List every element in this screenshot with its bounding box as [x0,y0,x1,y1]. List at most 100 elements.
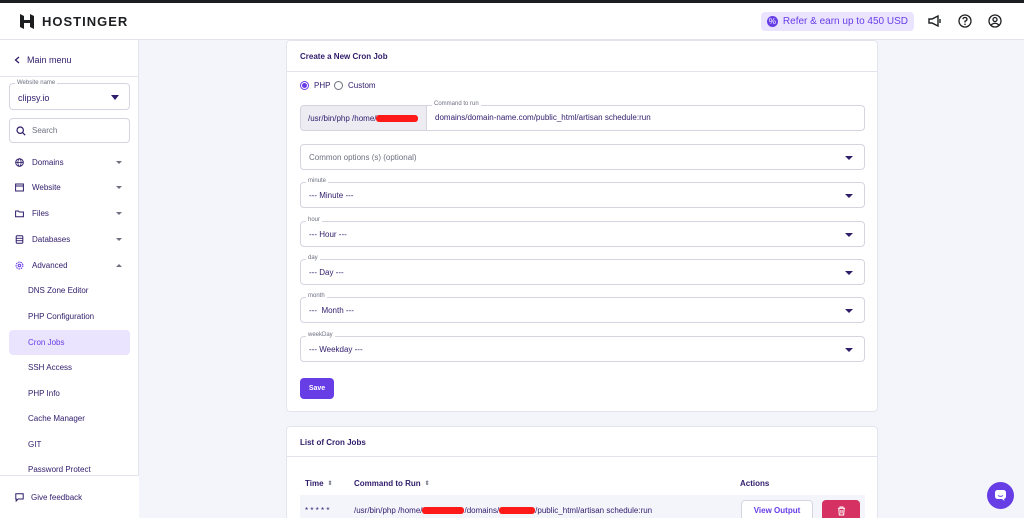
sidebar-subitem-dns-zone-editor[interactable]: DNS Zone Editor [9,278,130,303]
view-output-button[interactable]: View Output [741,500,813,518]
hour-select[interactable]: hour --- Hour --- [300,217,865,247]
sidebar-item-databases[interactable]: Databases [9,227,130,252]
sidebar-subitem-label: PHP Info [28,389,60,398]
radio-custom-label: Custom [348,81,376,90]
month-value: --- Month --- [309,306,354,315]
card-title: Create a New Cron Job [300,52,388,61]
sidebar-item-label: Databases [32,235,71,244]
sidebar: Main menu Website name clipsy.io Domains… [0,40,139,518]
sidebar-item-website[interactable]: Website [9,175,130,200]
hostinger-logo-icon [20,13,34,29]
row-command: /usr/bin/php /home/ /domains/ /public_html… [354,506,652,515]
create-cron-job-card: Create a New Cron Job PHP Custom /usr/bi… [286,40,878,412]
folder-icon [15,209,24,218]
brand-logo[interactable]: HOSTINGER [20,13,129,29]
chevron-up-icon [116,264,122,267]
website-select[interactable]: Website name clipsy.io [9,80,130,110]
search-input[interactable] [32,126,112,135]
radio-custom[interactable]: Custom [334,81,376,90]
redaction-mark [376,114,419,122]
column-header-label: Command to Run [354,479,421,488]
search-icon [16,125,26,136]
sidebar-subitem-label: GIT [28,440,42,449]
weekday-select[interactable]: weekDay --- Weekday --- [300,332,865,362]
command-to-run-input[interactable] [435,113,855,122]
command-to-run-label: Command to run [432,101,481,107]
minute-label: minute [306,178,329,184]
sidebar-divider [0,76,139,77]
percent-icon: % [766,15,778,27]
help-icon[interactable] [956,12,974,30]
column-header-command[interactable]: Command to Run ⇕ [354,479,430,488]
command-to-run-field[interactable]: Command to run [427,101,865,131]
caret-down-icon [111,95,119,100]
sidebar-item-advanced[interactable]: Advanced [9,253,130,278]
sidebar-item-label: Advanced [32,261,68,270]
globe-icon [15,158,24,167]
sidebar-item-files[interactable]: Files [9,201,130,226]
refer-earn-button[interactable]: % Refer & earn up to 450 USD [760,11,914,31]
caret-down-icon [845,194,853,198]
sidebar-subitem-cache-manager[interactable]: Cache Manager [9,406,130,431]
refer-label: Refer & earn up to 450 USD [782,15,908,27]
weekday-label: weekDay [306,332,335,338]
give-feedback-button[interactable]: Give feedback [0,475,139,518]
caret-down-icon [845,348,853,352]
sidebar-subitem-php-info[interactable]: PHP Info [9,381,130,406]
gear-icon [15,261,24,270]
sidebar-subitem-label: SSH Access [28,363,73,372]
redaction-mark [499,507,536,515]
brand-name: HOSTINGER [42,13,129,29]
minute-value: --- Minute --- [309,191,354,200]
sidebar-subitem-ssh-access[interactable]: SSH Access [9,355,130,380]
common-options-placeholder: Common options (s) (optional) [309,153,417,162]
account-icon[interactable] [986,12,1004,30]
card-divider [287,71,877,72]
sidebar-subitem-label: DNS Zone Editor [28,286,89,295]
sidebar-search[interactable] [9,118,130,143]
delete-button[interactable] [822,500,860,518]
column-header-time[interactable]: Time ⇕ [305,479,333,488]
common-options-select[interactable]: Common options (s) (optional) [300,144,865,170]
caret-down-icon [845,233,853,237]
caret-down-icon [845,271,853,275]
day-value: --- Day --- [309,268,344,277]
day-label: day [306,255,320,261]
chevron-down-icon [116,186,122,189]
radio-php-label: PHP [314,81,331,90]
window-icon [15,183,24,192]
main-menu-link[interactable]: Main menu [14,55,72,65]
hour-value: --- Hour --- [309,230,347,239]
command-prefix-text: /usr/bin/php /home/ [308,113,377,123]
minute-select[interactable]: minute --- Minute --- [300,178,865,208]
sort-icon: ⇕ [424,481,430,487]
radio-custom-dot[interactable] [334,81,343,90]
sort-icon: ⇕ [327,481,333,487]
sidebar-item-domains[interactable]: Domains [9,150,130,175]
redaction-mark [422,507,465,515]
sidebar-subitem-label: Cron Jobs [28,338,65,347]
chat-support-button[interactable] [987,482,1014,509]
sidebar-subitem-php-configuration[interactable]: PHP Configuration [9,304,130,329]
sidebar-item-label: Domains [32,158,64,167]
hour-label: hour [306,217,323,223]
sidebar-item-label: Website [32,183,61,192]
caret-down-icon [845,309,853,313]
save-button[interactable]: Save [300,378,334,399]
sidebar-subitem-git[interactable]: GIT [9,432,130,457]
radio-php[interactable]: PHP [300,81,330,90]
sidebar-item-label: Files [32,209,49,218]
chevron-down-icon [116,161,122,164]
sidebar-subitem-cron-jobs[interactable]: Cron Jobs [9,330,130,355]
main-menu-label: Main menu [27,55,72,65]
column-header-label: Actions [740,479,770,488]
column-header-actions: Actions [740,479,769,488]
day-select[interactable]: day --- Day --- [300,255,865,285]
megaphone-icon[interactable] [926,12,944,30]
month-label: month [306,293,327,299]
top-header: HOSTINGER % Refer & earn up to 450 USD [0,3,1024,40]
chat-icon [995,490,1006,501]
month-select[interactable]: month --- Month --- [300,293,865,323]
feedback-label: Give feedback [31,492,83,502]
radio-php-dot[interactable] [300,81,309,90]
